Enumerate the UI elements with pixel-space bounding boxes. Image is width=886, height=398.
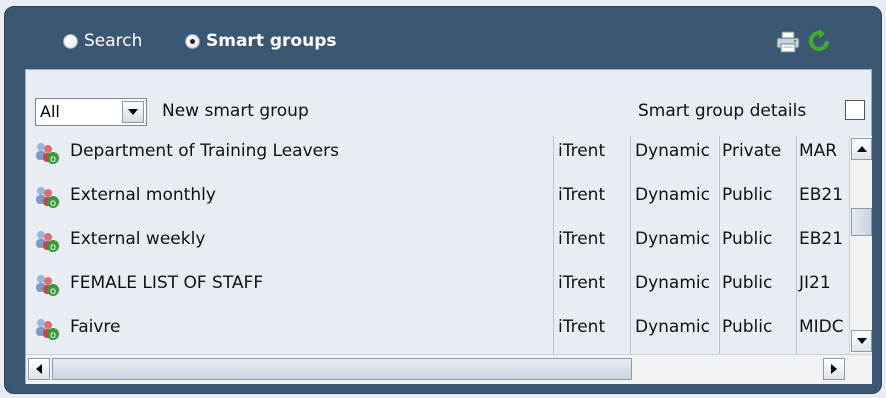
printer-icon[interactable] [775, 31, 801, 53]
panel-header: Search Smart groups [5, 7, 881, 67]
group-visibility: Public [722, 317, 773, 337]
new-smart-group-link[interactable]: New smart group [162, 101, 309, 121]
smart-group-details-checkbox[interactable] [845, 100, 865, 120]
group-row[interactable]: o External monthly iTrent Dynamic Public… [26, 180, 849, 224]
group-type: Dynamic [635, 273, 710, 293]
scroll-left-button[interactable] [28, 358, 50, 380]
refresh-icon[interactable] [807, 29, 831, 53]
chevron-left-icon [36, 364, 42, 374]
group-visibility: Public [722, 273, 773, 293]
chevron-right-icon [831, 364, 837, 374]
group-type: Dynamic [635, 185, 710, 205]
group-code: EB21 [799, 185, 844, 205]
search-radio-label: Search [84, 31, 143, 51]
group-row[interactable]: o FEMALE LIST OF STAFF iTrent Dynamic Pu… [26, 268, 849, 312]
group-visibility: Public [722, 229, 773, 249]
group-code: MIDC [799, 317, 844, 337]
search-radio-option[interactable]: Search [63, 29, 142, 53]
group-type: Dynamic [635, 141, 710, 161]
group-visibility: Private [722, 141, 782, 161]
smart-groups-panel: Search Smart groups All New smart group … [4, 6, 882, 394]
group-type: Dynamic [635, 229, 710, 249]
scroll-right-button[interactable] [823, 358, 845, 380]
group-row[interactable]: o External weekly iTrent Dynamic Public … [26, 224, 849, 268]
group-source: iTrent [558, 185, 606, 205]
group-source: iTrent [558, 317, 606, 337]
group-code: MAR [799, 141, 838, 161]
smart-groups-content: All New smart group Smart group details … [25, 69, 872, 384]
group-type: Dynamic [635, 317, 710, 337]
group-name: External weekly [70, 229, 206, 249]
group-name: FEMALE LIST OF STAFF [70, 273, 264, 293]
groups-toolbar: All New smart group Smart group details [26, 70, 871, 136]
horizontal-scroll-thumb[interactable] [52, 358, 632, 380]
scroll-up-button[interactable] [851, 138, 872, 160]
chevron-up-icon [856, 146, 867, 152]
group-source: iTrent [558, 141, 606, 161]
scroll-down-button[interactable] [851, 330, 872, 352]
group-name: Faivre [70, 317, 121, 337]
chevron-down-icon[interactable] [122, 101, 144, 123]
horizontal-scrollbar[interactable] [26, 354, 872, 384]
group-row[interactable]: o Department of Training Leavers iTrent … [26, 136, 849, 180]
search-radio[interactable] [63, 33, 78, 49]
filter-dropdown[interactable]: All [35, 98, 147, 126]
smart-groups-radio-label: Smart groups [206, 31, 337, 51]
smart-group-details-label: Smart group details [638, 101, 807, 121]
group-name: Department of Training Leavers [70, 141, 339, 161]
group-code: JI21 [799, 273, 831, 293]
group-visibility: Public [722, 185, 773, 205]
group-code: EB21 [799, 229, 844, 249]
vertical-scrollbar[interactable] [849, 136, 872, 354]
smart-groups-list: o Department of Training Leavers iTrent … [26, 136, 849, 354]
chevron-down-icon [856, 338, 867, 344]
filter-dropdown-value: All [40, 102, 60, 121]
vertical-scroll-thumb[interactable] [851, 208, 872, 236]
group-name: External monthly [70, 185, 216, 205]
smart-groups-radio[interactable] [185, 33, 200, 49]
smart-groups-radio-option[interactable]: Smart groups [185, 29, 336, 53]
group-source: iTrent [558, 229, 606, 249]
group-source: iTrent [558, 273, 606, 293]
group-row[interactable]: o Faivre iTrent Dynamic Public MIDC [26, 312, 849, 354]
